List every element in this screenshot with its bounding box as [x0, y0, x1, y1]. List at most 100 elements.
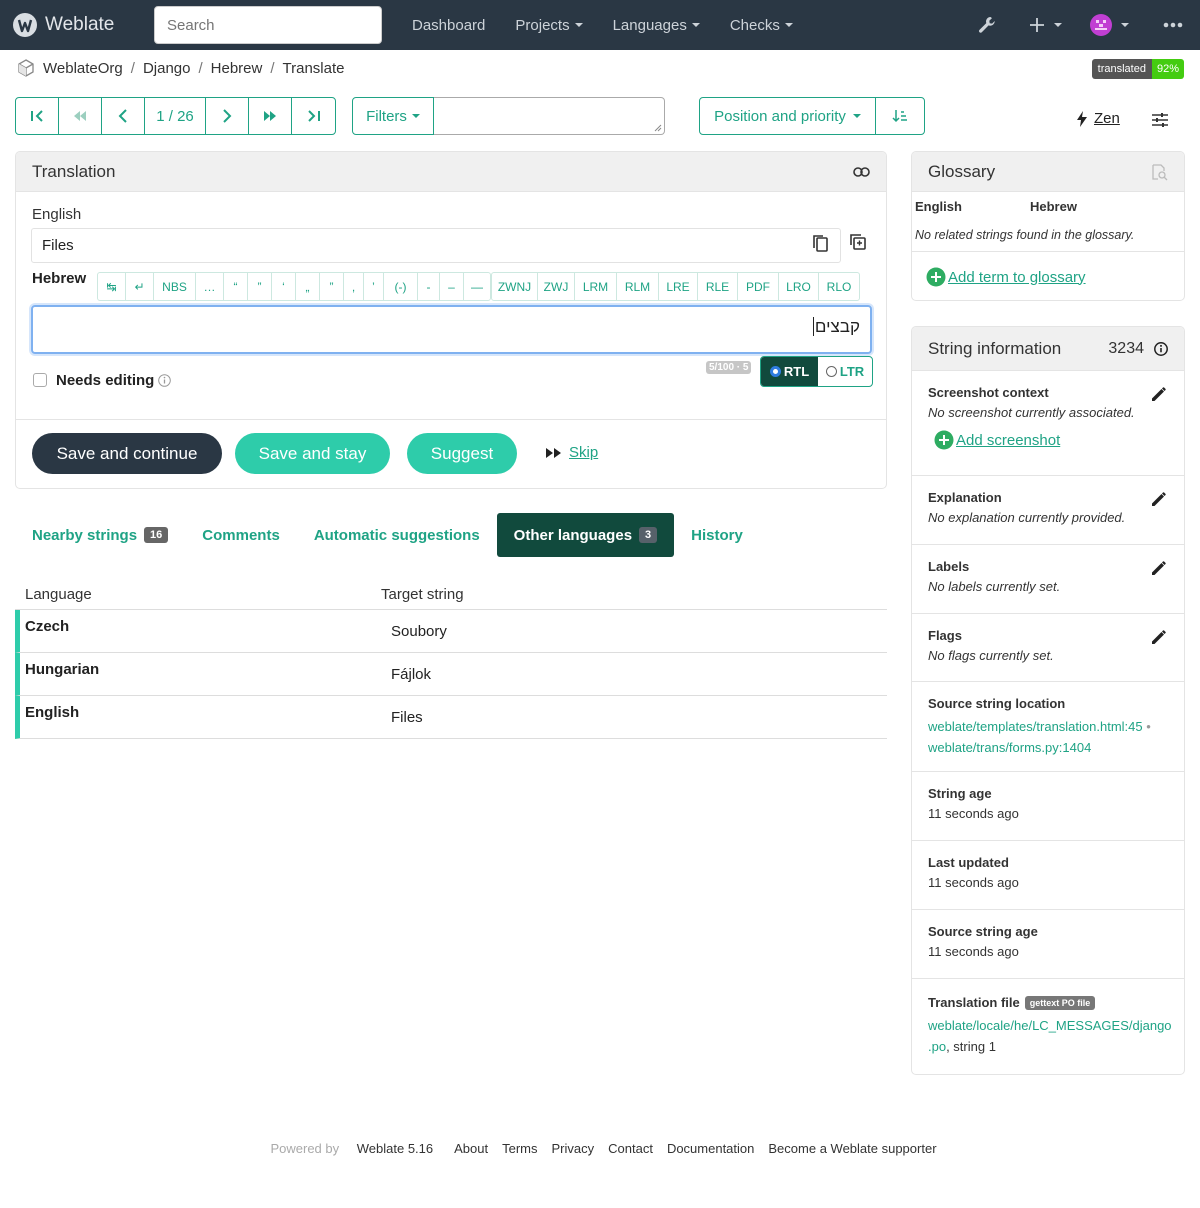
nav-checks[interactable]: Checks	[730, 17, 793, 34]
char-quote-1[interactable]: “	[224, 273, 248, 300]
sort-direction-button[interactable]	[876, 98, 924, 134]
char-hyphen[interactable]: -	[418, 273, 440, 300]
breadcrumb: WeblateOrg / Django / Hebrew / Translate	[16, 58, 345, 78]
link-icon[interactable]	[853, 166, 870, 177]
footer-supporter-link[interactable]: Become a Weblate supporter	[768, 1141, 936, 1156]
breadcrumb-component[interactable]: Django	[143, 60, 191, 77]
status-badge[interactable]: translated 92%	[1091, 59, 1184, 79]
info-circle-icon[interactable]	[1154, 341, 1168, 356]
ltr-label: LTR	[839, 364, 865, 379]
previous-button[interactable]	[102, 98, 145, 134]
nav-projects[interactable]: Projects	[515, 17, 583, 34]
char-rlo[interactable]: RLO	[819, 273, 859, 300]
edit-pencil-icon[interactable]	[1150, 559, 1168, 577]
edit-pencil-icon[interactable]	[1150, 385, 1168, 403]
nav-languages[interactable]: Languages	[613, 17, 700, 34]
edit-pencil-icon[interactable]	[1150, 628, 1168, 646]
last-button[interactable]	[292, 98, 335, 134]
more-icon[interactable]	[1163, 22, 1183, 28]
footer-privacy-link[interactable]: Privacy	[552, 1141, 595, 1156]
glossary-search-icon[interactable]	[1150, 163, 1168, 181]
footer-documentation-link[interactable]: Documentation	[667, 1141, 754, 1156]
rtl-option[interactable]: RTL	[761, 357, 818, 386]
source-location-link[interactable]: weblate/templates/translation.html:45	[928, 719, 1143, 734]
user-menu[interactable]	[1090, 14, 1129, 36]
char-apostrophe[interactable]: ’	[364, 273, 384, 300]
skip-back-button[interactable]	[59, 98, 102, 134]
tab-automatic-suggestions[interactable]: Automatic suggestions	[297, 513, 497, 557]
needs-editing-checkbox[interactable]	[33, 373, 47, 387]
char-lre[interactable]: LRE	[659, 273, 698, 300]
translation-file-link-ext[interactable]: .po	[928, 1039, 946, 1054]
footer-about-link[interactable]: About	[454, 1141, 488, 1156]
ltr-option[interactable]: LTR	[818, 357, 872, 386]
char-quote-3[interactable]: ‘	[272, 273, 296, 300]
char-en-dash[interactable]: –	[440, 273, 464, 300]
tab-history[interactable]: History	[674, 513, 760, 557]
weblate-logo[interactable]: Weblate	[12, 12, 142, 38]
tab-comments[interactable]: Comments	[185, 513, 297, 557]
char-newline[interactable]: ↵	[126, 273, 154, 300]
char-nbsp[interactable]: NBS	[154, 273, 196, 300]
filter-query-input[interactable]	[434, 97, 665, 135]
next-button[interactable]	[206, 98, 249, 134]
save-and-continue-button[interactable]: Save and continue	[32, 433, 222, 474]
info-icon[interactable]	[158, 374, 172, 387]
table-row[interactable]: English Files	[15, 696, 887, 739]
sort-label: Position and priority	[714, 107, 846, 125]
translation-file-link[interactable]: weblate/locale/he/LC_MESSAGES/django	[928, 1018, 1172, 1033]
copy-icon[interactable]	[812, 234, 829, 253]
skip-link[interactable]: Skip	[545, 444, 598, 461]
wrench-icon[interactable]	[977, 15, 997, 35]
char-ellipsis[interactable]: …	[196, 273, 224, 300]
breadcrumb-language[interactable]: Hebrew	[211, 60, 263, 77]
char-rlm[interactable]: RLM	[617, 273, 659, 300]
suggest-button[interactable]: Suggest	[407, 433, 517, 474]
nav-dashboard[interactable]: Dashboard	[412, 17, 485, 34]
translation-textarea[interactable]: קבצים	[31, 305, 872, 354]
char-quote-5[interactable]: ”	[320, 273, 344, 300]
char-zwnj[interactable]: ZWNJ	[492, 273, 538, 300]
table-row[interactable]: Hungarian Fájlok	[15, 653, 887, 696]
filters-button[interactable]: Filters	[353, 98, 433, 134]
footer-terms-link[interactable]: Terms	[502, 1141, 537, 1156]
char-maqaf[interactable]: (-)	[384, 273, 418, 300]
add-screenshot-link[interactable]: Add screenshot	[934, 430, 1168, 450]
add-menu[interactable]	[1029, 17, 1062, 33]
edit-pencil-icon[interactable]	[1150, 490, 1168, 508]
settings-sliders-icon[interactable]	[1151, 111, 1169, 129]
glossary-title: Glossary	[928, 161, 996, 181]
char-quote-4[interactable]: „	[296, 273, 320, 300]
explanation-title: Explanation	[928, 490, 1002, 505]
needs-editing-label[interactable]: Needs editing	[56, 372, 154, 389]
resize-handle-icon	[654, 124, 662, 132]
table-row[interactable]: Czech Soubory	[15, 610, 887, 653]
tab-nearby-strings[interactable]: Nearby strings 16	[15, 513, 185, 557]
tab-other-languages[interactable]: Other languages 3	[496, 513, 675, 557]
skip-forward-button[interactable]	[249, 98, 292, 134]
breadcrumb-project[interactable]: WeblateOrg	[43, 60, 123, 77]
char-em-dash[interactable]: —	[464, 273, 490, 300]
char-tab[interactable]: ↹	[98, 273, 126, 300]
length-counter: 5/100 · 5	[706, 361, 752, 374]
save-and-stay-button[interactable]: Save and stay	[235, 433, 390, 474]
footer-contact-link[interactable]: Contact	[608, 1141, 653, 1156]
other-languages-table: Language Target string Czech Soubory Hun…	[15, 580, 887, 739]
sort-dropdown[interactable]: Position and priority	[700, 98, 876, 134]
footer-version-link[interactable]: Weblate 5.16	[357, 1141, 433, 1156]
sort-group: Position and priority	[699, 97, 925, 135]
clone-to-translation-icon[interactable]	[849, 233, 867, 251]
filters-dropdown[interactable]: Filters	[352, 97, 434, 135]
char-rle[interactable]: RLE	[698, 273, 738, 300]
char-lro[interactable]: LRO	[779, 273, 819, 300]
char-zwj[interactable]: ZWJ	[538, 273, 575, 300]
zen-mode-link[interactable]: Zen	[1076, 110, 1120, 127]
char-lrm[interactable]: LRM	[575, 273, 617, 300]
char-pdf[interactable]: PDF	[738, 273, 779, 300]
char-comma[interactable]: ,	[344, 273, 364, 300]
first-button[interactable]	[16, 98, 59, 134]
char-quote-2[interactable]: ”	[248, 273, 272, 300]
source-location-link[interactable]: weblate/trans/forms.py:1404	[928, 740, 1091, 755]
add-term-link[interactable]: Add term to glossary	[926, 267, 1086, 287]
search-input[interactable]	[154, 6, 382, 44]
